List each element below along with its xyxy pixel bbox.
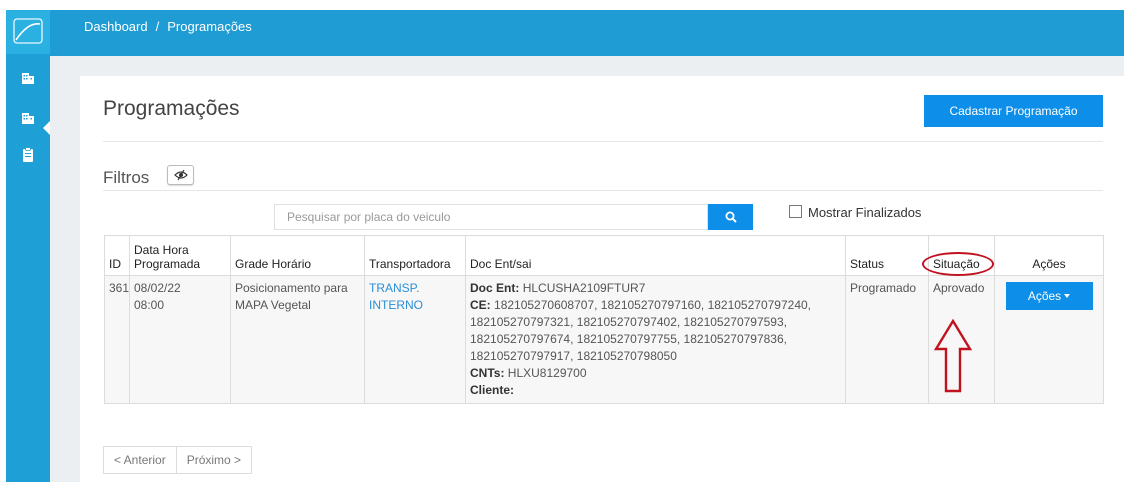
next-page-button[interactable]: Próximo >	[176, 446, 253, 474]
cell-time: 08:00	[134, 298, 165, 312]
header-datetime-line1: Data Hora	[134, 243, 189, 257]
divider	[103, 141, 1103, 142]
cell-doc: Doc Ent: HLCUSHA2109FTUR7 CE: 1821052706…	[465, 275, 846, 404]
show-finished-label: Mostrar Finalizados	[808, 205, 922, 220]
ce-line2: 182105270797321, 182105270797402, 182105…	[470, 315, 787, 329]
show-finished-toggle[interactable]: Mostrar Finalizados	[789, 205, 921, 221]
eye-toggle-icon	[173, 169, 188, 181]
cell-grade: Posicionamento para MAPA Vegetal	[230, 275, 365, 404]
header-id[interactable]: ID	[104, 235, 130, 276]
row-actions-label: Ações	[1027, 289, 1062, 303]
header-grade[interactable]: Grade Horário	[230, 235, 365, 276]
create-schedule-button[interactable]: Cadastrar Programação	[924, 95, 1103, 127]
page-title: Programações	[103, 97, 240, 120]
breadcrumb-current: Programações	[167, 19, 252, 34]
search-icon	[725, 211, 737, 223]
building-icon[interactable]	[21, 110, 35, 125]
search-button[interactable]	[708, 204, 753, 230]
plate-search-input[interactable]	[274, 204, 708, 230]
schedules-table: ID Data Hora Programada Grade Horário Tra…	[104, 235, 1104, 404]
header-datetime[interactable]: Data Hora Programada	[129, 235, 231, 276]
cnts-value: HLXU8129700	[507, 366, 587, 380]
pagination: < Anterior Próximo >	[103, 446, 253, 474]
ce-line1: 182105270608707, 182105270797160, 182105…	[494, 298, 812, 312]
building-icon[interactable]	[21, 70, 35, 85]
divider	[103, 190, 1103, 191]
sidebar	[6, 10, 50, 482]
show-finished-checkbox[interactable]	[789, 205, 802, 218]
cell-datetime: 08/02/22 08:00	[129, 275, 231, 404]
logo-icon[interactable]	[6, 10, 50, 54]
header-carrier[interactable]: Transportadora	[364, 235, 466, 276]
cell-carrier: TRANSP. INTERNO	[364, 275, 466, 404]
cell-status: Programado	[845, 275, 929, 404]
app-window: Dashboard / Programações Programações Cada…	[0, 0, 1124, 482]
cell-date: 08/02/22	[134, 281, 181, 295]
carrier-link[interactable]: TRANSP. INTERNO	[369, 281, 423, 312]
breadcrumb-home[interactable]: Dashboard	[84, 19, 148, 34]
cell-actions: Ações	[994, 275, 1104, 404]
cnts-label: CNTs:	[470, 366, 505, 380]
doc-ent-label: Doc Ent:	[470, 281, 520, 295]
table-row: 361 08/02/22 08:00 Posicionamento para MA…	[104, 275, 1104, 404]
ce-line3: 182105270797674, 182105270797755, 182105…	[470, 332, 787, 346]
filters-label: Filtros	[103, 168, 150, 187]
header-doc[interactable]: Doc Ent/sai	[465, 235, 846, 276]
header-status[interactable]: Status	[845, 235, 929, 276]
clipboard-icon[interactable]	[21, 147, 35, 162]
top-bar: Dashboard / Programações	[50, 10, 1124, 56]
cell-id: 361	[104, 275, 130, 404]
breadcrumb-separator: /	[155, 19, 160, 34]
header-datetime-line2: Programada	[134, 257, 201, 271]
doc-ent-value: HLCUSHA2109FTUR7	[522, 281, 646, 295]
ce-line4: 182105270797917, 182105270798050	[470, 349, 677, 363]
breadcrumb: Dashboard / Programações	[84, 10, 252, 44]
toggle-filters-button[interactable]	[167, 165, 194, 185]
cliente-label: Cliente:	[470, 383, 515, 397]
active-item-indicator	[43, 121, 50, 135]
cell-situation: Aprovado	[928, 275, 995, 404]
header-actions: Ações	[994, 235, 1104, 276]
ce-label: CE:	[470, 298, 491, 312]
table-header-row: ID Data Hora Programada Grade Horário Tra…	[104, 235, 1104, 276]
row-actions-dropdown[interactable]: Ações	[1005, 282, 1093, 310]
header-situation[interactable]: Situação	[928, 235, 995, 276]
caret-down-icon	[1064, 294, 1071, 298]
carrier-line2: INTERNO	[369, 298, 423, 312]
carrier-line1: TRANSP.	[369, 281, 420, 295]
previous-page-button[interactable]: < Anterior	[103, 446, 177, 474]
